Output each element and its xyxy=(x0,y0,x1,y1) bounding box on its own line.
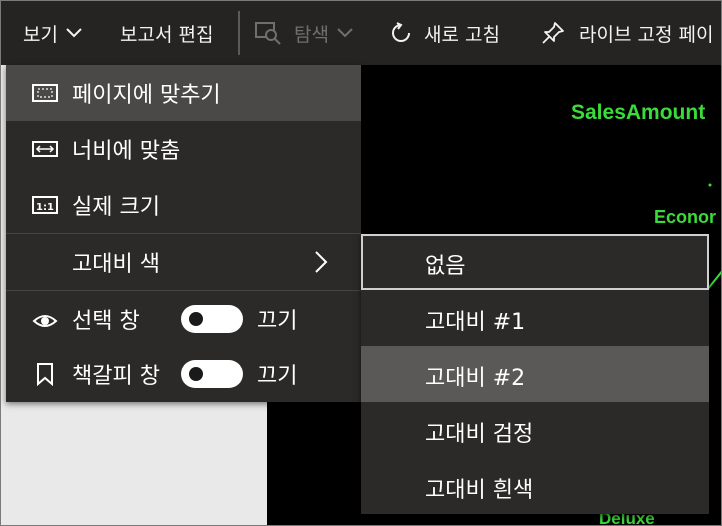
fit-page-label: 페이지에 맞추기 xyxy=(72,83,221,108)
menu-item-bookmarks-pane: 책갈피 창 끄기 xyxy=(6,346,361,402)
toggle-knob xyxy=(189,312,203,326)
refresh-button[interactable]: 새로 고침 xyxy=(390,1,500,65)
menu-item-fit-width[interactable]: 너비에 맞춤 xyxy=(6,121,361,177)
bookmark-icon xyxy=(37,363,53,386)
menu-item-high-contrast[interactable]: 고대비 색 xyxy=(6,234,361,290)
submenu-item-contrast-2[interactable]: 고대비 #2 xyxy=(361,346,709,402)
pin-icon xyxy=(542,22,564,44)
selection-pane-state: 끄기 xyxy=(257,309,298,334)
high-contrast-submenu: 없음 고대비 #1 고대비 #2 고대비 검정 고대비 흰색 xyxy=(361,234,709,514)
submenu-item-label: 고대비 흰색 xyxy=(425,478,534,503)
submenu-item-label: 고대비 #1 xyxy=(425,310,526,335)
actual-size-label: 실제 크기 xyxy=(72,195,160,220)
chevron-down-icon xyxy=(66,28,82,38)
menu-item-fit-page[interactable]: 페이지에 맞추기 xyxy=(6,65,361,121)
edit-report-button[interactable]: 보고서 편집 xyxy=(120,1,213,65)
pin-live-label: 라이브 고정 페이 xyxy=(579,23,714,46)
eye-icon xyxy=(32,315,58,327)
selection-pane-toggle[interactable] xyxy=(181,305,243,333)
fit-width-icon xyxy=(32,141,58,157)
app-window: 보기 보고서 편집 탐색 새로 고침 라이브 고정 페이 SalesAmount… xyxy=(0,0,722,526)
svg-text:1:1: 1:1 xyxy=(36,202,54,213)
chevron-down-icon xyxy=(337,28,353,38)
view-menu: 페이지에 맞추기 너비에 맞춤 1:1 실제 크기 고대비 색 선택 창 끄기 … xyxy=(6,65,361,402)
explore-label: 탐색 xyxy=(294,23,329,46)
edit-report-label: 보고서 편집 xyxy=(120,23,214,46)
submenu-item-none[interactable]: 없음 xyxy=(361,234,709,290)
submenu-item-contrast-1[interactable]: 고대비 #1 xyxy=(361,290,709,346)
actual-size-icon: 1:1 xyxy=(32,196,58,214)
high-contrast-label: 고대비 색 xyxy=(72,252,160,277)
menu-item-selection-pane: 선택 창 끄기 xyxy=(6,291,361,347)
submenu-item-label: 없음 xyxy=(425,254,466,279)
chevron-right-icon xyxy=(315,251,328,273)
explore-button[interactable]: 탐색 xyxy=(254,1,353,65)
view-menu-button[interactable]: 보기 xyxy=(23,1,82,65)
refresh-icon xyxy=(392,22,410,42)
view-label: 보기 xyxy=(23,23,58,46)
toolbar-divider xyxy=(238,11,240,55)
toolbar: 보기 보고서 편집 탐색 새로 고침 라이브 고정 페이 xyxy=(1,1,721,65)
refresh-label: 새로 고침 xyxy=(424,23,500,46)
sales-amount-label: SalesAmount xyxy=(571,101,706,124)
submenu-item-contrast-black[interactable]: 고대비 검정 xyxy=(361,402,709,458)
submenu-item-label: 고대비 검정 xyxy=(425,422,534,447)
bookmarks-pane-toggle[interactable] xyxy=(181,360,243,388)
fit-width-label: 너비에 맞춤 xyxy=(72,139,181,164)
explore-icon xyxy=(255,22,281,45)
selection-pane-label: 선택 창 xyxy=(72,309,140,334)
submenu-item-contrast-white[interactable]: 고대비 흰색 xyxy=(361,458,709,514)
pin-live-button[interactable]: 라이브 고정 페이 xyxy=(541,1,713,65)
toggle-knob xyxy=(189,367,203,381)
menu-item-actual-size[interactable]: 1:1 실제 크기 xyxy=(6,177,361,233)
submenu-item-label: 고대비 #2 xyxy=(425,366,526,391)
economy-label: Econor xyxy=(654,207,717,227)
bookmarks-pane-label: 책갈피 창 xyxy=(72,364,160,389)
fit-page-icon xyxy=(32,84,58,102)
bookmarks-pane-state: 끄기 xyxy=(257,364,298,389)
